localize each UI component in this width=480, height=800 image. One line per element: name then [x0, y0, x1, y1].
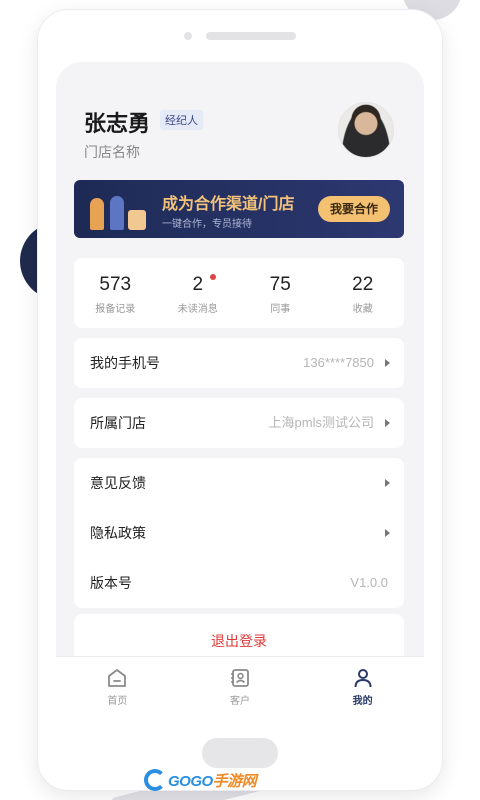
stat-value: 22	[352, 274, 374, 295]
phone-row[interactable]: 我的手机号 136****7850	[74, 338, 404, 388]
feedback-label: 意见反馈	[90, 475, 146, 491]
phone-value: 136****7850	[303, 355, 374, 370]
tab-bar: 首页 客户 我的	[56, 656, 424, 720]
phone-frame: 张志勇 经纪人 门店名称 成为合作渠道/门店 一键合作，专员接待 我要合作 57…	[38, 10, 442, 790]
stat-label: 同事	[270, 304, 291, 315]
version-row: 版本号 V1.0.0	[74, 558, 404, 608]
store-card: 所属门店 上海pmls测试公司	[74, 398, 404, 448]
stat-unread-messages[interactable]: 2 未读消息	[157, 258, 240, 328]
privacy-row[interactable]: 隐私政策	[74, 508, 404, 558]
store-label: 所属门店	[90, 415, 146, 431]
avatar[interactable]	[338, 102, 394, 158]
camera-dot	[184, 32, 192, 40]
stat-value: 75	[269, 274, 291, 295]
version-value: V1.0.0	[350, 575, 388, 590]
version-label: 版本号	[90, 575, 132, 591]
stat-value: 573	[99, 274, 132, 295]
unread-dot	[209, 274, 216, 280]
tab-label: 我的	[352, 696, 373, 707]
banner-subtitle: 一键合作，专员接待	[162, 219, 252, 230]
banner-title: 成为合作渠道/门店	[162, 196, 295, 213]
store-name: 门店名称	[84, 144, 140, 160]
stat-favorites[interactable]: 22 收藏	[322, 258, 405, 328]
tab-customers[interactable]: 客户	[179, 657, 302, 720]
tab-home[interactable]: 首页	[56, 657, 179, 720]
watermark-icon	[144, 769, 166, 791]
contacts-icon	[231, 669, 249, 687]
phone-card: 我的手机号 136****7850	[74, 338, 404, 388]
tab-mine[interactable]: 我的	[301, 657, 424, 720]
chevron-right-icon	[385, 529, 390, 537]
chevron-right-icon	[385, 419, 390, 427]
watermark-logo: GOGO手游网	[144, 768, 257, 792]
phone-label: 我的手机号	[90, 355, 160, 371]
chevron-right-icon	[385, 479, 390, 487]
tab-label: 客户	[230, 696, 250, 707]
feedback-row[interactable]: 意见反馈	[74, 458, 404, 508]
settings-card: 意见反馈 隐私政策 版本号 V1.0.0	[74, 458, 404, 608]
user-name: 张志勇	[84, 111, 151, 136]
store-row[interactable]: 所属门店 上海pmls测试公司	[74, 398, 404, 448]
stat-reports[interactable]: 573 报备记录	[74, 258, 157, 328]
stat-value: 2	[192, 274, 204, 295]
stats-card: 573 报备记录 2 未读消息 75 同事 22 收藏	[74, 258, 404, 328]
app-screen: 张志勇 经纪人 门店名称 成为合作渠道/门店 一键合作，专员接待 我要合作 57…	[56, 62, 424, 720]
privacy-label: 隐私政策	[90, 525, 146, 541]
stat-label: 收藏	[352, 304, 373, 315]
partner-banner[interactable]: 成为合作渠道/门店 一键合作，专员接待 我要合作	[74, 180, 404, 238]
user-icon	[354, 669, 372, 688]
chevron-right-icon	[385, 359, 390, 367]
speaker-bar	[206, 32, 296, 40]
home-indicator	[202, 738, 278, 768]
home-icon	[108, 669, 127, 687]
stat-label: 报备记录	[95, 304, 136, 315]
watermark-text: GOGO	[168, 772, 213, 790]
watermark-accent-text: 手游网	[212, 772, 257, 790]
store-value: 上海pmls测试公司	[268, 415, 374, 430]
cooperate-button[interactable]: 我要合作	[318, 196, 390, 222]
stat-label: 未读消息	[177, 304, 218, 315]
role-badge: 经纪人	[160, 110, 203, 130]
stat-colleagues[interactable]: 75 同事	[239, 258, 322, 328]
tab-label: 首页	[107, 696, 128, 707]
banner-illustration	[80, 186, 146, 234]
